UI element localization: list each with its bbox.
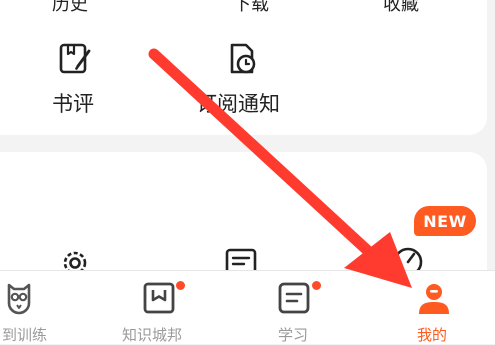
tab-mine[interactable]: 我的 [405,271,465,344]
bottom-tab-bar: 到训练 知识城邦 学习 我的 [0,270,495,344]
note-icon [278,282,310,314]
tab-study-label: 学习 [278,326,309,344]
knowledge-city-unread-dot [176,281,185,290]
owl-icon [7,283,31,315]
tab-training[interactable]: 到训练 [0,271,70,344]
book-review-label: 书评 [52,92,94,116]
subscription-notification-label: 订阅通知 [196,92,280,116]
profile-icon [419,284,449,314]
tab-mine-label: 我的 [417,326,448,344]
document-clock-icon [230,43,256,74]
download-label[interactable]: 下载 [233,0,269,16]
bookmark-book-icon [143,282,175,314]
edit-note-icon [59,43,91,74]
tab-study[interactable]: 学习 [262,271,332,344]
tab-knowledge-city-label: 知识城邦 [122,326,183,344]
tab-knowledge-city[interactable]: 知识城邦 [112,271,202,344]
new-badge: NEW [414,206,476,236]
favorites-label[interactable]: 收藏 [383,0,419,16]
tab-training-label: 到训练 [2,326,48,344]
study-unread-dot [312,281,321,290]
history-label[interactable]: 历史 [52,0,88,16]
